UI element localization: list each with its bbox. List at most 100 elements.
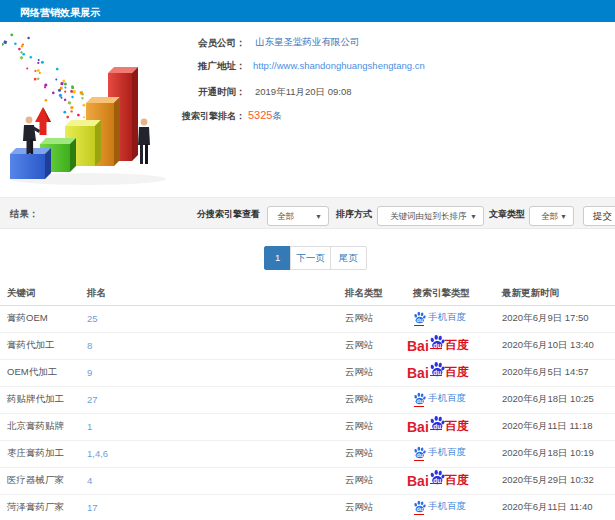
rank-link[interactable]: 25 <box>87 313 98 324</box>
engine-baidu-pc: Bai du 百度 <box>407 337 469 354</box>
baidu-paw-underline <box>430 348 442 350</box>
rank-cell: 27 <box>80 386 335 413</box>
rank-link[interactable]: 1,4,6 <box>87 448 108 459</box>
results-table: 关键词 排名 排名类型 搜索引擎类型 最新更新时间 膏药OEM 25 云网站 d… <box>0 283 615 520</box>
engine-cell: Bai du 百度 <box>407 467 487 494</box>
rank-link[interactable]: 9 <box>87 367 92 378</box>
keyword-cell: 膏药OEM <box>0 305 80 332</box>
updated-cell: 2020年5月29日 10:32 <box>487 467 615 494</box>
baidu-logo-baidu-text: 百度 <box>445 364 469 381</box>
baidu-paw-underline <box>414 514 424 516</box>
businessman-right <box>138 119 150 164</box>
engine-filter-value: 全部 <box>277 211 294 221</box>
rank-type-cell: 云网站 <box>335 413 407 440</box>
baidu-logo-baidu-text: 百度 <box>445 472 469 489</box>
rank-type-cell: 云网站 <box>335 359 407 386</box>
sort-label: 排序方式 <box>336 208 372 221</box>
rank-cell: 1,4,6 <box>80 440 335 467</box>
filter-bar: 结果： 分搜索引擎查看 全部▼ 排序方式 关键词由短到长排序▼ 文章类型 全部▼… <box>0 197 615 229</box>
svg-text:du: du <box>417 506 423 512</box>
engine-cell: du 手机百度 <box>407 305 487 332</box>
company-label: 会员公司： <box>198 37 246 50</box>
last-page-button[interactable]: 尾页 <box>330 246 367 270</box>
updated-cell: 2020年6月18日 10:19 <box>487 440 615 467</box>
col-rank-type: 排名类型 <box>335 283 407 305</box>
rank-type-cell: 云网站 <box>335 332 407 359</box>
rank-type-cell: 云网站 <box>335 305 407 332</box>
baidu-logo-bai-text: Bai <box>407 419 429 435</box>
engine-mobile-baidu: du 手机百度 <box>413 446 466 459</box>
col-engine-type: 搜索引擎类型 <box>407 283 487 305</box>
chevron-down-icon: ▼ <box>470 207 477 226</box>
sort-select[interactable]: 关键词由短到长排序▼ <box>377 206 484 226</box>
engine-cell: Bai du 百度 <box>407 332 487 359</box>
rank-type-cell: 云网站 <box>335 440 407 467</box>
result-label: 结果： <box>10 208 39 221</box>
opentime-value: 2019年11月20日 09:08 <box>255 86 351 99</box>
info-row-company: 会员公司： 山东皇圣堂药业有限公司 <box>0 37 500 51</box>
engine-cell: Bai du 百度 <box>407 413 487 440</box>
baidu-paw-icon: du <box>429 361 445 377</box>
rank-type-cell: 云网站 <box>335 467 407 494</box>
article-type-select[interactable]: 全部▼ <box>529 206 574 226</box>
engine-baidu-pc: Bai du 百度 <box>407 364 469 381</box>
opentime-label: 开通时间： <box>198 86 246 99</box>
engine-mobile-label: 手机百度 <box>428 311 466 324</box>
rank-link[interactable]: 27 <box>87 394 98 405</box>
company-link[interactable]: 山东皇圣堂药业有限公司 <box>255 36 360 49</box>
rank-link[interactable]: 4 <box>87 475 92 486</box>
baidu-logo-bai-text: Bai <box>407 365 429 381</box>
page-title: 网络营销效果展示 <box>20 6 100 20</box>
keyword-cell: 菏泽膏药厂家 <box>0 494 80 520</box>
baidu-logo-baidu-text: 百度 <box>445 337 469 354</box>
engine-baidu-pc: Bai du 百度 <box>407 418 469 435</box>
baidu-paw-underline <box>430 375 442 377</box>
keyword-cell: 枣庄膏药加工 <box>0 440 80 467</box>
keyword-cell: 膏药代加工 <box>0 332 80 359</box>
info-row-url: 推广地址： http://www.shandonghuangshengtang.… <box>0 60 500 74</box>
title-bar: 网络营销效果展示 <box>0 0 615 22</box>
rank-cell: 8 <box>80 332 335 359</box>
rank-cell: 9 <box>80 359 335 386</box>
engine-filter-label: 分搜索引擎查看 <box>197 208 260 221</box>
svg-text:du: du <box>417 398 423 404</box>
article-type-value: 全部 <box>541 211 558 221</box>
rank-cell: 25 <box>80 305 335 332</box>
baidu-logo-bai-text: Bai <box>407 473 429 489</box>
url-label: 推广地址： <box>198 60 246 73</box>
engine-baidu-pc: Bai du 百度 <box>407 472 469 489</box>
table-row: 枣庄膏药加工 1,4,6 云网站 du 手机百度 2020年6月18日 10:1… <box>0 440 615 467</box>
engine-cell: du 手机百度 <box>407 494 487 520</box>
baidu-paw-icon: du <box>429 469 445 485</box>
submit-button[interactable]: 提交 <box>583 206 615 226</box>
baidu-paw-underline <box>430 483 442 485</box>
engine-cell: du 手机百度 <box>407 440 487 467</box>
next-page-button[interactable]: 下一页 <box>290 246 331 270</box>
engine-mobile-label: 手机百度 <box>428 500 466 513</box>
sort-select-value: 关键词由短到长排序 <box>390 211 467 221</box>
table-row: 医疗器械厂家 4 云网站 Bai du 百度 2020年5月29日 10:32 <box>0 467 615 494</box>
keyword-cell: 医疗器械厂家 <box>0 467 80 494</box>
baidu-paw-underline <box>414 460 424 462</box>
baidu-logo-bai-text: Bai <box>407 338 429 354</box>
table-row: 膏药代加工 8 云网站 Bai du 百度 2020年6月10日 13:40 <box>0 332 615 359</box>
baidu-paw-icon: du <box>429 415 445 431</box>
updated-cell: 2020年6月11日 11:40 <box>487 494 615 520</box>
engine-filter-select[interactable]: 全部▼ <box>267 206 329 226</box>
promo-url-link[interactable]: http://www.shandonghuangshengtang.cn <box>253 60 425 71</box>
baidu-paw-underline <box>430 429 442 431</box>
rankcount-value: 5325条 <box>248 109 282 123</box>
table-row: 菏泽膏药厂家 17 云网站 du 手机百度 2020年6月11日 11:40 <box>0 494 615 520</box>
baidu-logo-baidu-text: 百度 <box>445 418 469 435</box>
engine-mobile-baidu: du 手机百度 <box>413 500 466 513</box>
rank-link[interactable]: 8 <box>87 340 92 351</box>
baidu-paw-icon: du <box>413 392 426 405</box>
baidu-paw-underline <box>414 325 424 327</box>
rank-link[interactable]: 1 <box>87 421 92 432</box>
baidu-paw-icon: du <box>429 334 445 350</box>
keyword-cell: 药贴牌代加工 <box>0 386 80 413</box>
keyword-cell: OEM代加工 <box>0 359 80 386</box>
rank-link[interactable]: 17 <box>87 502 98 513</box>
pagination: 1下一页尾页 <box>265 246 367 270</box>
page-1-button[interactable]: 1 <box>264 246 291 270</box>
